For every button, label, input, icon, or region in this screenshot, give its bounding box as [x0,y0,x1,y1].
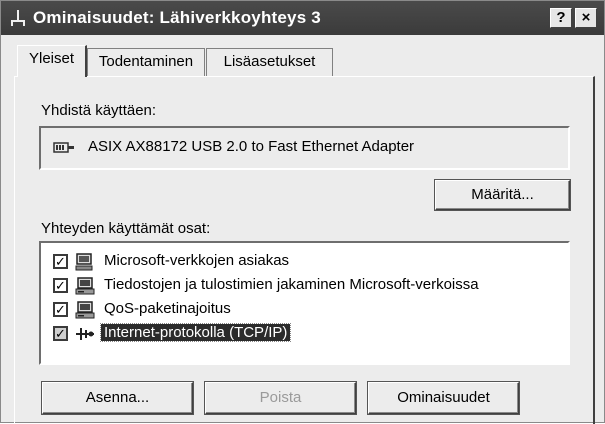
list-item[interactable]: ✓ Internet-protokolla (TCP/IP) [51,323,561,345]
tab-general[interactable]: Yleiset [17,45,87,77]
component-checkbox[interactable]: ✓ [53,326,68,341]
list-item[interactable]: ✓ QoS-paketinajoitus [51,299,561,321]
window-title: Ominaisuudet: Lähiverkkoyhteys 3 [33,8,321,27]
tab-authentication[interactable]: Todentaminen [87,48,205,76]
components-list[interactable]: ✓ Microsoft-verkkojen asiakas ✓ Tiedosto… [39,241,570,365]
component-checkbox[interactable]: ✓ [53,278,68,293]
component-label: QoS-paketinajoitus [104,300,231,317]
list-item[interactable]: ✓ Microsoft-verkkojen asiakas [51,251,561,273]
remove-button[interactable]: Poista [205,382,356,414]
adapter-field: ASIX AX88172 USB 2.0 to Fast Ethernet Ad… [39,126,570,170]
network-service-icon [75,301,95,319]
component-label: Tiedostojen ja tulostimien jakaminen Mic… [104,276,479,293]
close-button[interactable]: × [575,8,597,28]
properties-dialog: Ominaisuudet: Lähiverkkoyhteys 3 ? × Yle… [0,0,605,424]
network-client-icon [75,253,93,271]
list-item[interactable]: ✓ Tiedostojen ja tulostimien jakaminen M… [51,275,561,297]
configure-button[interactable]: Määritä... [435,180,570,210]
network-connection-icon [11,10,25,26]
protocol-icon [76,328,94,340]
component-checkbox[interactable]: ✓ [53,254,68,269]
network-service-icon [75,277,95,295]
tab-advanced[interactable]: Lisäasetukset [206,48,333,76]
connect-using-label: Yhdistä käyttäen: [41,102,157,119]
title-bar[interactable]: Ominaisuudet: Lähiverkkoyhteys 3 ? × [1,1,604,35]
component-checkbox[interactable]: ✓ [53,302,68,317]
help-button[interactable]: ? [550,8,572,28]
network-adapter-icon [53,142,74,153]
component-label: Internet-protokolla (TCP/IP) [99,323,292,342]
install-button[interactable]: Asenna... [42,382,193,414]
adapter-name: ASIX AX88172 USB 2.0 to Fast Ethernet Ad… [88,138,415,155]
properties-button[interactable]: Ominaisuudet [368,382,519,414]
component-label: Microsoft-verkkojen asiakas [104,252,290,269]
components-label: Yhteyden käyttämät osat: [41,220,211,237]
